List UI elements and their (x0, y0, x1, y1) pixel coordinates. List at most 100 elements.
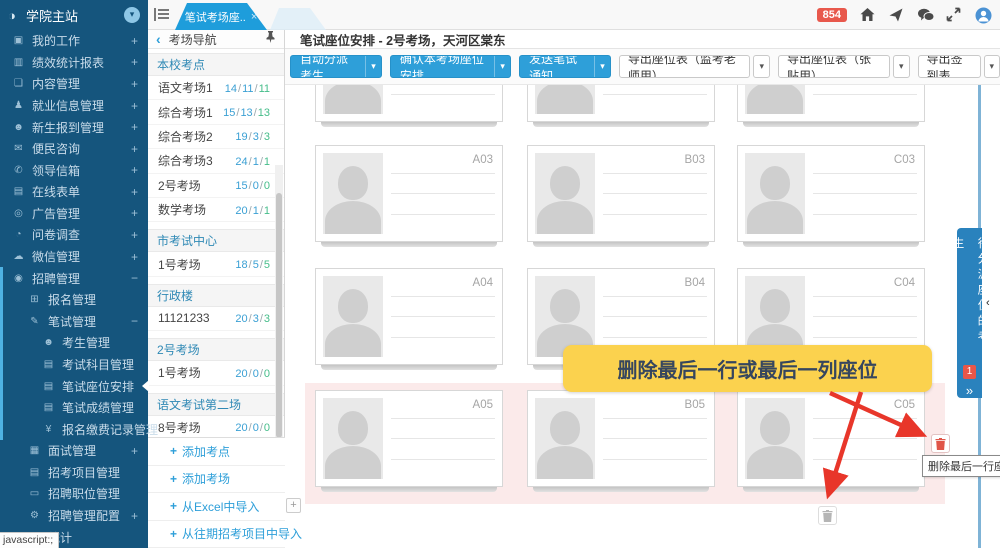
auto-assign-button[interactable]: 自动分派考生▾ (290, 55, 382, 78)
export-seatmap-poster-button[interactable]: 导出座位表（张贴用） (778, 55, 890, 78)
home-icon[interactable] (859, 7, 876, 23)
sidebar-toggle-icon[interactable] (154, 8, 171, 21)
seat-card[interactable] (315, 85, 503, 122)
caret-down-icon[interactable]: ▾ (984, 55, 1000, 78)
room-item[interactable]: 综合考场219/3/3 (148, 125, 284, 149)
seat-card[interactable] (527, 85, 715, 122)
import-from-past-projects-button[interactable]: +从往期招考项目中导入 (148, 521, 285, 548)
sidebar-item-wechat[interactable]: ☁微信管理+ (0, 246, 148, 268)
tab-written-exam-seats[interactable]: 笔试考场座.. × (175, 3, 267, 30)
seat-card[interactable] (737, 85, 925, 122)
sidebar-item-seat-arrangement[interactable]: ▤笔试座位安排 (0, 375, 148, 397)
room-counts: 20/0/0 (235, 420, 270, 434)
delete-row-tooltip: 删除最后一行座位 (922, 455, 1000, 477)
avatar-placeholder (535, 398, 595, 479)
nav-panel-title: 考场导航 (169, 31, 265, 48)
sidebar-item-performance-reports[interactable]: ▥绩效统计报表+ (0, 52, 148, 74)
caret-down-icon[interactable]: ▾ (594, 56, 610, 77)
comments-icon[interactable] (917, 7, 934, 23)
caret-down-icon[interactable]: ▾ (753, 55, 770, 78)
expand-icon[interactable] (946, 7, 963, 23)
sidebar-item-employment[interactable]: ♟就业信息管理+ (0, 95, 148, 117)
export-signin-sheet-button[interactable]: 导出签到表 (918, 55, 981, 78)
add-seat-button[interactable]: + (286, 498, 301, 513)
add-room-button[interactable]: +添加考场 (148, 466, 285, 494)
room-item[interactable]: 8号考场20/0/0 (148, 416, 284, 437)
room-item[interactable]: 数学考场20/1/1 (148, 198, 284, 222)
collapse-chevron-icon[interactable]: ‹ (986, 297, 990, 309)
expand-double-chevron-icon[interactable]: » (966, 383, 973, 398)
plus-icon: + (170, 444, 177, 458)
seat-label: C05 (894, 399, 915, 411)
sidebar-item-recruit-config[interactable]: ⚙招聘管理配置+ (0, 505, 148, 527)
megaphone-icon: ◎ (10, 208, 27, 219)
room-item[interactable]: 语文考场114/11/11 (148, 76, 284, 100)
avatar-placeholder (323, 276, 383, 357)
person-icon: ♟ (10, 100, 27, 111)
room-counts: 14/11/11 (225, 81, 270, 95)
sidebar-item-written-exam[interactable]: ✎笔试管理− (0, 311, 148, 333)
delete-last-column-button[interactable] (818, 506, 837, 525)
file-icon: ▤ (40, 381, 57, 392)
avatar-placeholder (323, 153, 383, 234)
exam-room-nav-panel: ‹ 考场导航 本校考点 语文考场114/11/11 综合考场115/13/13 … (148, 30, 285, 548)
unassigned-candidates-tab[interactable]: 待分派座位的考生 1 » (957, 228, 982, 398)
notification-badge[interactable]: 854 (817, 8, 847, 22)
sidebar-item-positions[interactable]: ▭招聘职位管理 (0, 483, 148, 505)
plus-icon: + (170, 527, 177, 541)
sidebar-item-newstudent[interactable]: ☻新生报到管理+ (0, 116, 148, 138)
caret-down-icon[interactable]: ▾ (365, 56, 381, 77)
sidebar-item-content[interactable]: ❏内容管理+ (0, 73, 148, 95)
room-item[interactable]: 2号考场15/0/0 (148, 174, 284, 198)
sidebar-item-survey[interactable]: ◔问卷调查+ (0, 224, 148, 246)
room-item[interactable]: 1号考场18/5/5 (148, 252, 284, 276)
export-seatmap-invigilator-button[interactable]: 导出座位表（监考老师用） (619, 55, 751, 78)
seat-card[interactable]: B05 (527, 390, 715, 487)
seat-card[interactable]: B03 (527, 145, 715, 242)
sidebar-item-consult[interactable]: ✉便民咨询+ (0, 138, 148, 160)
venue-section-title: 2号考场 (148, 338, 284, 361)
seat-card[interactable]: C05 (737, 390, 925, 487)
chevron-down-icon[interactable]: ▾ (124, 7, 140, 23)
delete-last-row-button[interactable] (931, 434, 950, 453)
plus-icon: + (170, 499, 177, 513)
sidebar-item-mywork[interactable]: ▣我的工作+ (0, 30, 148, 52)
import-from-excel-button[interactable]: +从Excel中导入 (148, 493, 285, 521)
room-item[interactable]: 综合考场324/1/1 (148, 149, 284, 173)
sidebar-item-leader-mailbox[interactable]: ✆领导信箱+ (0, 159, 148, 181)
seat-label: C03 (894, 154, 915, 166)
avatar-placeholder (535, 153, 595, 234)
pin-icon[interactable] (265, 30, 276, 48)
seat-card[interactable]: A05 (315, 390, 503, 487)
sidebar-header[interactable]: ◑ 学院主站 ▾ (0, 0, 148, 30)
sidebar-item-candidates[interactable]: ☻考生管理 (0, 332, 148, 354)
sidebar-item-interview[interactable]: ▦面试管理+ (0, 440, 148, 462)
sidebar-item-recruitment[interactable]: ◉招聘管理− (0, 267, 148, 289)
seat-card[interactable]: C03 (737, 145, 925, 242)
caret-down-icon[interactable]: ▾ (893, 55, 910, 78)
room-item[interactable]: 1号考场20/0/0 (148, 361, 284, 385)
add-venue-button[interactable]: +添加考点 (148, 438, 285, 466)
back-chevron-icon[interactable]: ‹ (156, 32, 161, 46)
sidebar-item-ads[interactable]: ◎广告管理+ (0, 203, 148, 225)
nav-scrollbar (275, 165, 283, 465)
seat-card[interactable]: A03 (315, 145, 503, 242)
sidebar-item-exam-subjects[interactable]: ▤考试科目管理 (0, 354, 148, 376)
nav-scrollbar-thumb[interactable] (276, 193, 282, 438)
send-notice-button[interactable]: 发送笔试通知▾ (519, 55, 611, 78)
user-avatar-icon[interactable] (975, 7, 992, 23)
sidebar-item-exam-scores[interactable]: ▤笔试成绩管理 (0, 397, 148, 419)
close-icon[interactable]: × (251, 11, 257, 23)
sidebar-item-payment-records[interactable]: ¥报名缴费记录管理 (0, 418, 148, 440)
caret-down-icon[interactable]: ▾ (494, 56, 510, 77)
sidebar-item-exam-projects[interactable]: ▤招考项目管理 (0, 462, 148, 484)
sidebar-item-registration[interactable]: ⊞报名管理 (0, 289, 148, 311)
send-icon[interactable] (888, 7, 905, 23)
room-item[interactable]: 1112123320/3/3 (148, 307, 284, 331)
avatar-placeholder (745, 398, 805, 479)
room-item[interactable]: 综合考场115/13/13 (148, 100, 284, 124)
seat-card[interactable]: A04 (315, 268, 503, 365)
sidebar-item-online-forms[interactable]: ▤在线表单+ (0, 181, 148, 203)
confirm-seating-button[interactable]: 确认本考场座位安排▾ (390, 55, 511, 78)
seat-label: B05 (685, 399, 705, 411)
